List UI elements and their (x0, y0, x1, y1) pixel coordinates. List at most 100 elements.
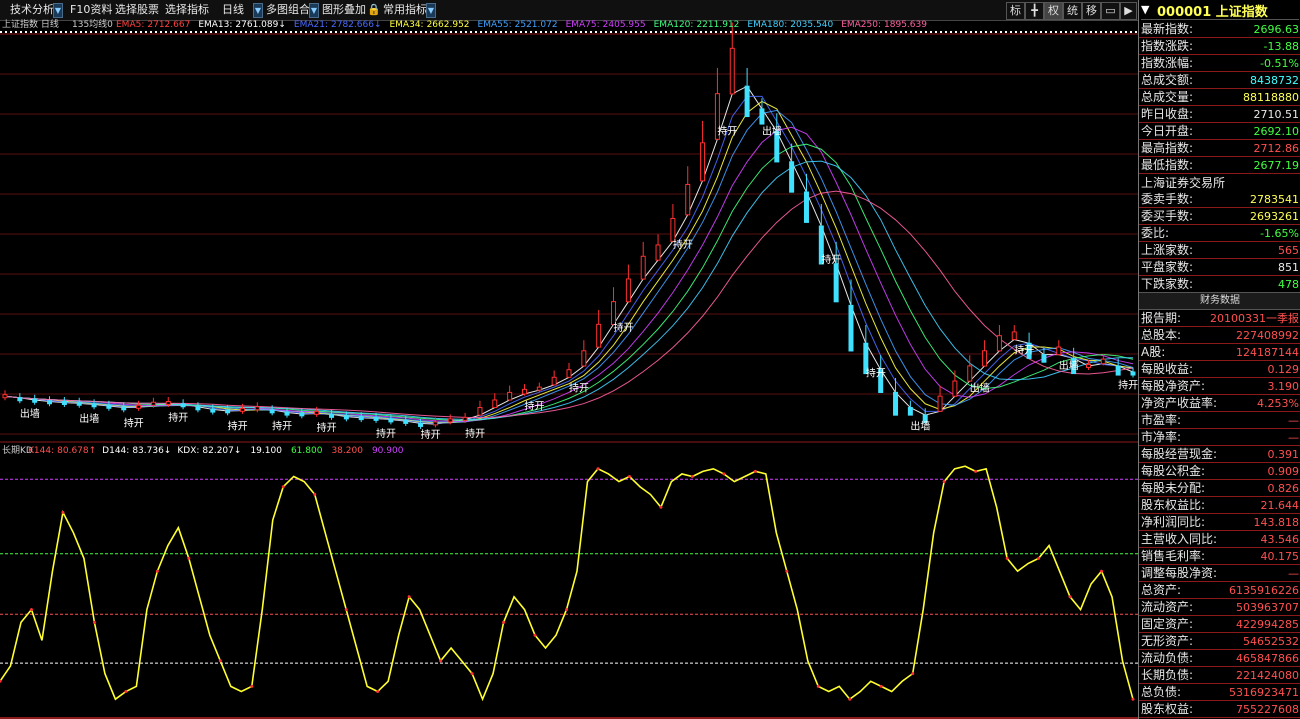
row-value: 0.909 (1267, 465, 1300, 478)
candle-body (373, 416, 379, 421)
candle-body (1085, 363, 1091, 368)
ema-legend-item: EMA120: 2211.912 (654, 20, 740, 30)
kd-point (29, 608, 33, 612)
fin-row: 流动资产: 503963707 (1139, 599, 1300, 616)
kd-legend-item: K144: 80.678↑ (28, 446, 96, 456)
chevron-down-icon[interactable]: ▼ (309, 3, 319, 18)
dropdown-arrow-icon[interactable]: ▼ (1141, 3, 1149, 16)
fin-row: 调整每股净资: — (1139, 565, 1300, 582)
ema-value: 2035.540 (790, 20, 834, 30)
menu-multi-chart[interactable]: 多图组合 (266, 2, 310, 18)
row-value: 227408992 (1236, 329, 1299, 342)
chevron-down-icon[interactable]: ▼ (253, 3, 263, 18)
adjust-button[interactable]: 权 (1044, 2, 1063, 20)
row-value: 221424080 (1236, 669, 1299, 682)
chart-area[interactable]: 出墙 出墙 持开 持开 持开 持开 持开 持开 持开 持开 持开 持开 持开 持开 持开 出墙 持开 持开 出墙 出墙… (0, 20, 1138, 719)
row-label: 总负债: (1141, 685, 1182, 699)
signal-label: 持开 (866, 366, 886, 379)
signal-label: 持开 (569, 382, 589, 395)
row-value: 2692.10 (1253, 125, 1300, 138)
fin-row: 销售毛利率: 40.175 (1139, 548, 1300, 565)
signal-label: 持开 (717, 124, 737, 137)
candle-body (551, 376, 557, 386)
kd-name: K144: (28, 446, 55, 456)
window-icon[interactable]: ▭ (1101, 2, 1120, 20)
candle-body (121, 406, 127, 411)
candle-body (418, 422, 424, 427)
chart-canvas[interactable]: 出墙 出墙 持开 持开持开 持开 持开持开 持开 持开持开持开持开持开持开 出墙持开持开出墙出墙… (0, 20, 1138, 719)
row-value: 43.546 (1260, 533, 1300, 546)
crosshair-icon[interactable]: ╋ (1025, 2, 1044, 20)
order-row: 委卖手数: 2783541 (1139, 191, 1300, 208)
row-label: 总成交量: (1141, 90, 1194, 104)
kd-legend-item: KDX: 82.207↓ (177, 446, 241, 456)
ema-line (4, 143, 1134, 421)
signal-label: 持开 (317, 421, 337, 434)
mark-button[interactable]: 标 (1006, 2, 1025, 20)
candle-body (195, 406, 201, 411)
chevron-down-icon[interactable]: ▼ (53, 3, 63, 18)
quote-row: 今日开盘: 2692.10 (1139, 123, 1300, 140)
kd-point (376, 690, 380, 694)
chevron-down-icon[interactable]: ▼ (426, 3, 436, 18)
menu-select-indicator[interactable]: 选择指标 (165, 2, 209, 18)
ema-name: EMA5: (116, 20, 145, 30)
kd-point (250, 684, 254, 688)
finance-header[interactable]: 财务数据 (1139, 292, 1300, 310)
menu-f10[interactable]: F10资料 (70, 2, 112, 18)
row-label: 最高指数: (1141, 141, 1194, 155)
stats-button[interactable]: 统 (1063, 2, 1082, 20)
row-label: 每股净资产: (1141, 379, 1206, 393)
row-label: 昨日收盘: (1141, 107, 1194, 121)
quote-row: 指数涨跌: -13.88 (1139, 38, 1300, 55)
exchange-label: 上海证券交易所 (1139, 175, 1300, 192)
order-row: 委比: -1.65% (1139, 225, 1300, 242)
kd-value: 82.207↓ (202, 446, 242, 456)
fin-row: 固定资产: 422994285 (1139, 616, 1300, 633)
candle-body (61, 401, 67, 406)
row-label: 最低指数: (1141, 158, 1194, 172)
kd-point (1005, 556, 1009, 560)
ema-value: 2782.666↓ (331, 20, 382, 30)
menu-period[interactable]: 日线 (222, 2, 244, 18)
quote-row: 总成交量: 88118880 (1139, 89, 1300, 106)
move-button[interactable]: 移 (1082, 2, 1101, 20)
kd-point (1131, 697, 1135, 701)
candle-body (848, 304, 854, 352)
row-label: A股: (1141, 345, 1166, 359)
signal-label: 持开 (376, 427, 396, 440)
kd-point (753, 469, 757, 473)
signal-label: 持开 (821, 253, 841, 266)
order-row: 平盘家数: 851 (1139, 259, 1300, 276)
order-row: 委买手数: 2693261 (1139, 208, 1300, 225)
row-label: 每股未分配: (1141, 481, 1206, 495)
menu-overlay[interactable]: 图形叠加 (322, 2, 366, 18)
row-label: 总成交额: (1141, 73, 1194, 87)
main-chart-title: 上证指数 日线 (2, 20, 59, 31)
kd-point (1037, 556, 1041, 560)
candle-body (47, 400, 53, 405)
menu-common-indicator[interactable]: 常用指标 (383, 2, 427, 18)
candle-body (17, 397, 23, 402)
row-label: 每股收益: (1141, 362, 1194, 376)
menu-select-stock[interactable]: 选择股票 (115, 2, 159, 18)
ema-legend-item: EMA250: 1895.639 (841, 20, 927, 30)
menu-tech-analysis[interactable]: 技术分析 (10, 2, 54, 18)
candle-body (91, 403, 97, 408)
row-label: 最新指数: (1141, 22, 1194, 36)
ema-name: EMA34: (389, 20, 424, 30)
lock-icon[interactable]: 🔒 (367, 2, 381, 18)
quote-panel: ▼ 000001 上证指数 最新指数: 2696.63 指数涨跌: -13.88 指数涨… (1138, 0, 1300, 719)
row-value: 3.190 (1267, 380, 1300, 393)
kd-point (1100, 569, 1104, 573)
candle-body (284, 411, 290, 416)
signal-label: 出墙 (970, 382, 990, 395)
kd-point (533, 633, 537, 637)
panel-header: ▼ 000001 上证指数 (1139, 0, 1300, 20)
kd-point (659, 505, 663, 509)
row-value: 8438732 (1250, 74, 1299, 87)
fin-row: 净资产收益率: 4.253% (1139, 395, 1300, 412)
row-value: 478 (1278, 278, 1299, 291)
collapse-icon[interactable]: ▶ (1120, 2, 1137, 20)
row-label: 总资产: (1141, 583, 1182, 597)
